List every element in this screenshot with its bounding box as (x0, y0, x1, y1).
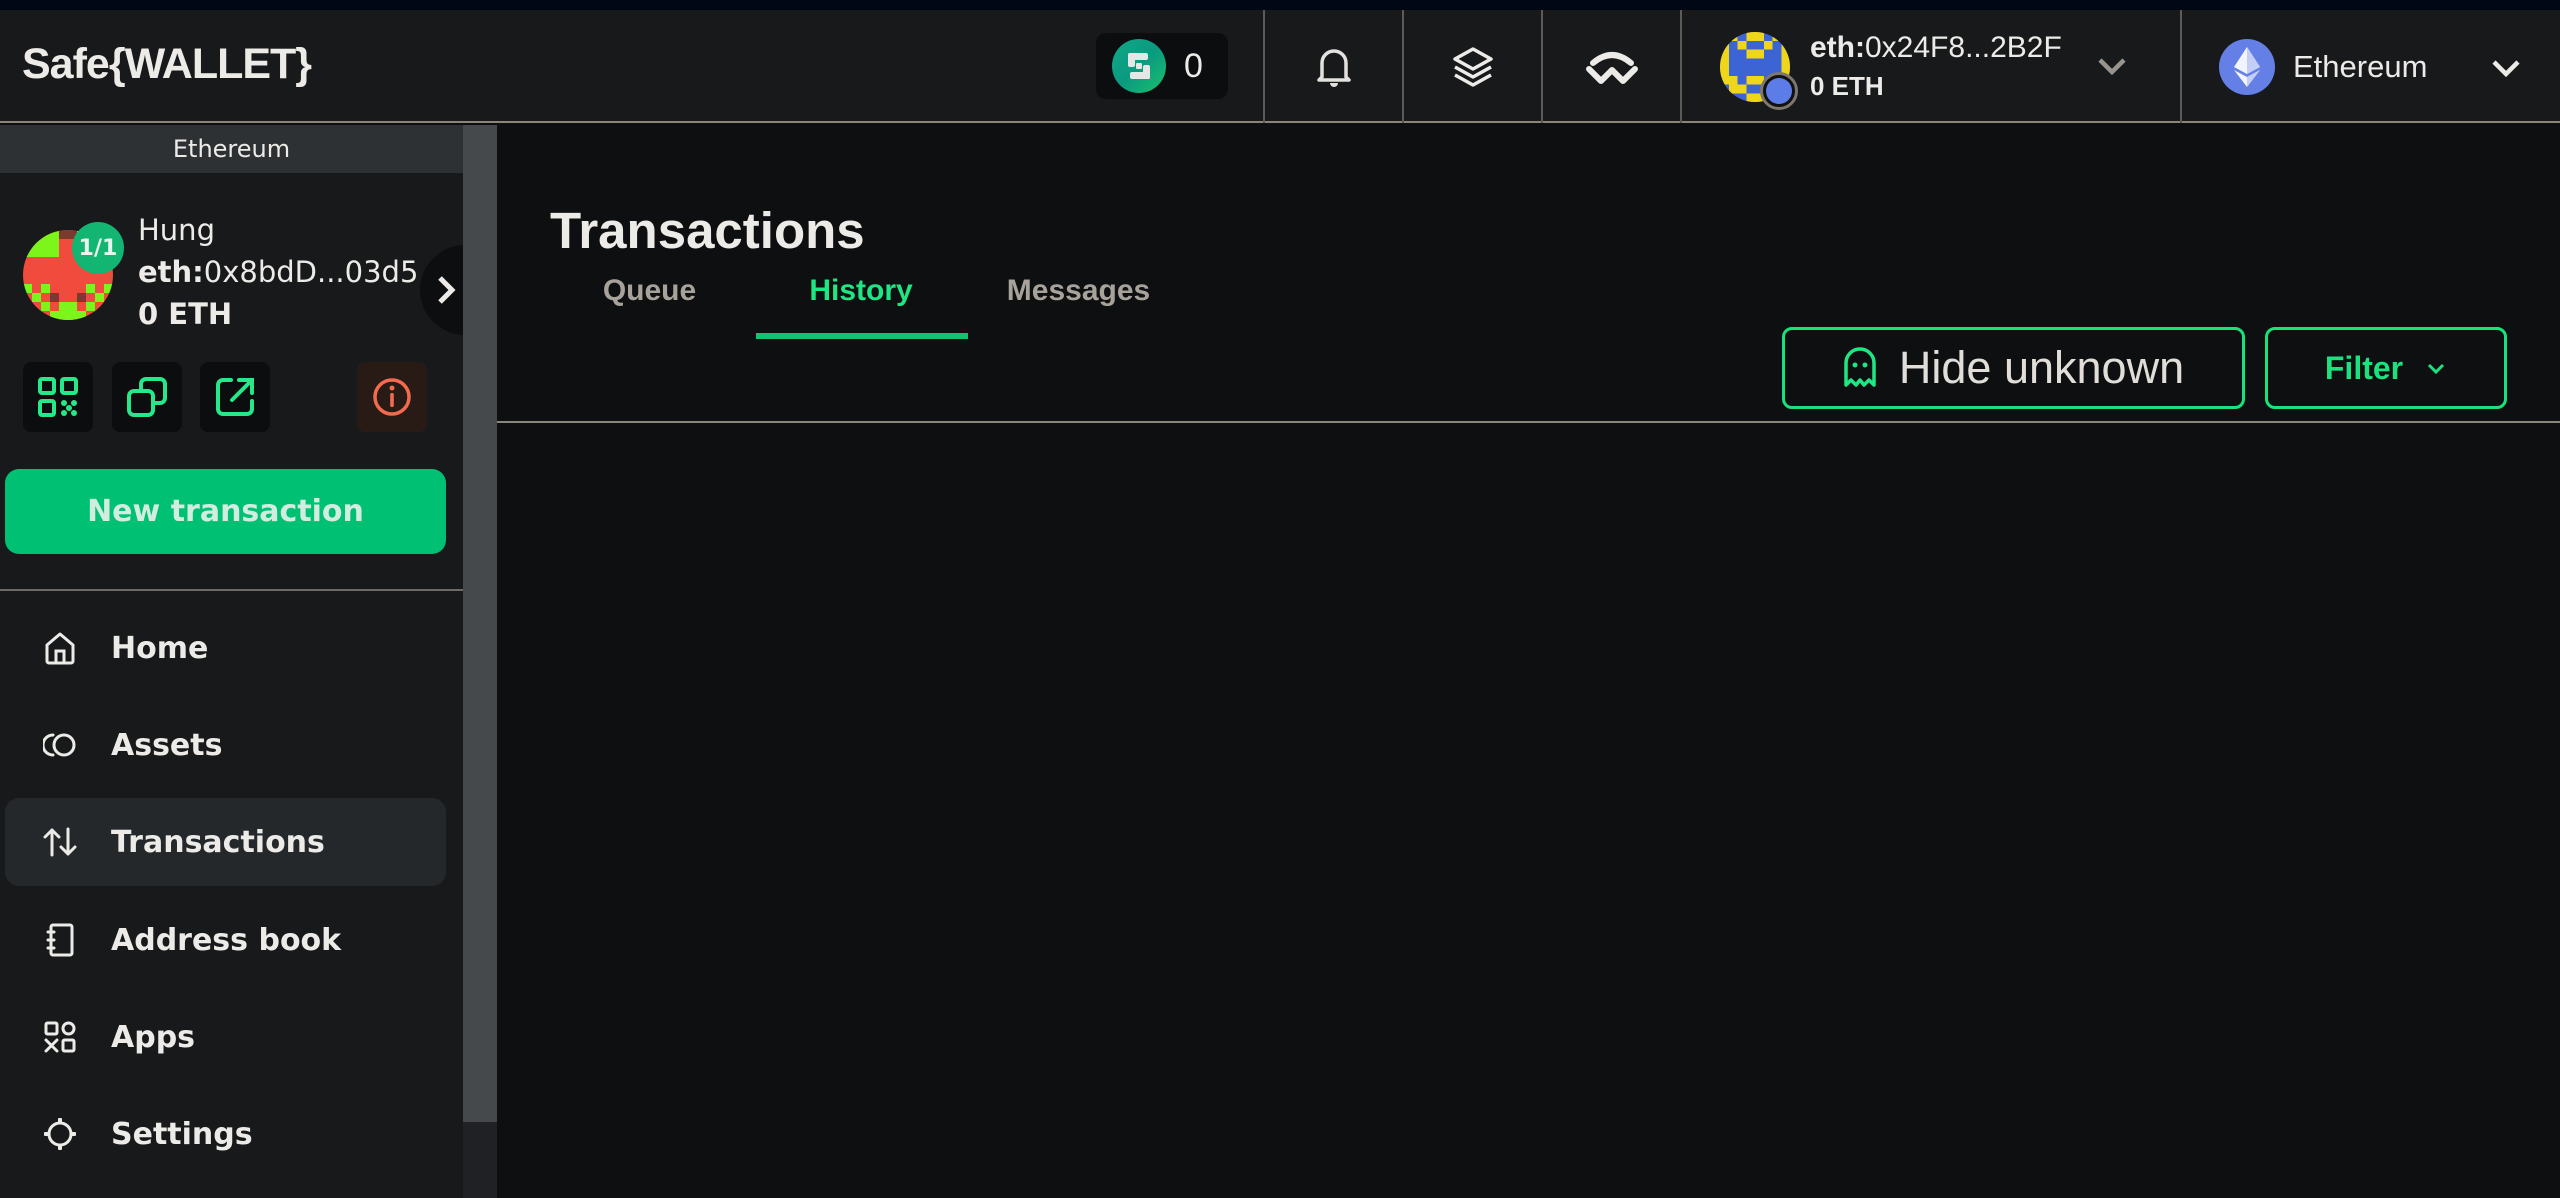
tab-history[interactable]: History (756, 243, 966, 339)
sidebar-item-label: Address book (111, 922, 342, 958)
address-book-icon (43, 923, 77, 957)
apps-icon (43, 1020, 77, 1054)
tabs-divider (497, 421, 2560, 423)
top-bar: Safe{WALLET} 0 eth:0x24F8...2B2F 0 ETH E… (0, 10, 2560, 123)
safe-name: Hung (138, 213, 215, 247)
new-transaction-button[interactable]: New transaction (5, 469, 446, 554)
sidebar-item-settings[interactable]: Settings (5, 1090, 446, 1178)
wallet-address: eth:0x24F8...2B2F (1810, 31, 2062, 64)
walletconnect-icon (1586, 51, 1638, 84)
filter-label: Filter (2324, 349, 2404, 386)
network-name: Ethereum (2293, 48, 2428, 84)
walletconnect-button[interactable] (1541, 10, 1681, 123)
sidebar-item-transactions[interactable]: Transactions (5, 798, 446, 886)
sidebar: Ethereum 1/1 Hung eth:0x8bdD...03d5 0 ET… (0, 125, 510, 1198)
chevron-down-icon (2098, 58, 2126, 76)
wallet-provider-badge (1760, 71, 1798, 110)
sidebar-item-label: Apps (111, 1019, 196, 1055)
sidebar-item-address-book[interactable]: Address book (5, 896, 446, 984)
safe-balance: 0 ETH (138, 297, 233, 331)
filter-button[interactable]: Filter (2265, 327, 2507, 409)
hide-unknown-label: Hide unknown (1898, 342, 2185, 393)
layers-icon (1453, 46, 1493, 87)
safe-actions (0, 362, 463, 432)
sidebar-item-label: Transactions (111, 824, 325, 860)
ghost-icon (1844, 347, 1876, 387)
external-link-icon (216, 378, 254, 416)
connected-wallet-button[interactable]: eth:0x24F8...2B2F 0 ETH (1680, 10, 2180, 123)
main-content: Transactions Queue History Messages Hide… (497, 125, 2560, 1198)
settings-icon (43, 1117, 77, 1151)
qr-code-button[interactable] (23, 362, 93, 432)
safe-points-widget[interactable]: 0 (1096, 33, 1228, 99)
info-icon (373, 378, 411, 416)
threshold-badge: 1/1 (72, 222, 124, 274)
wallet-balance: 0 ETH (1810, 71, 1884, 101)
chevron-right-icon (438, 276, 456, 304)
qr-code-icon (38, 377, 78, 417)
network-selector[interactable]: Ethereum (2180, 10, 2560, 123)
tab-queue[interactable]: Queue (552, 243, 747, 339)
safe-info-button[interactable] (357, 362, 427, 432)
ethereum-icon (2219, 38, 2275, 95)
sidebar-item-label: Settings (111, 1116, 253, 1152)
active-tab-indicator (756, 333, 968, 339)
open-explorer-button[interactable] (200, 362, 270, 432)
bell-icon (1317, 48, 1351, 87)
safe-points-icon (1112, 39, 1166, 93)
batch-transactions-button[interactable] (1402, 10, 1542, 123)
safe-points-count: 0 (1184, 46, 1203, 85)
assets-icon (43, 728, 77, 762)
copy-icon (127, 377, 167, 417)
wallet-avatar (1720, 31, 1798, 110)
safe-address: eth:0x8bdD...03d5 (138, 255, 419, 289)
chevron-down-icon (2492, 60, 2520, 78)
sidebar-item-label: Assets (111, 727, 223, 763)
notifications-button[interactable] (1263, 10, 1403, 123)
chevron-down-icon (2428, 363, 2445, 375)
transaction-tabs: Queue History Messages (497, 243, 2560, 339)
sidebar-scrollbar-thumb[interactable] (463, 125, 497, 1122)
tab-messages[interactable]: Messages (966, 243, 1191, 339)
copy-address-button[interactable] (112, 362, 182, 432)
hide-unknown-button[interactable]: Hide unknown (1782, 327, 2245, 409)
sidebar-item-home[interactable]: Home (5, 604, 446, 692)
sidebar-divider (0, 589, 463, 591)
home-icon (43, 631, 77, 665)
sidebar-item-apps[interactable]: Apps (5, 993, 446, 1081)
browser-top-strip (0, 0, 2560, 10)
sidebar-network-banner: Ethereum (0, 125, 463, 173)
transactions-icon (43, 825, 77, 859)
safe-wallet-logo[interactable]: Safe{WALLET} (22, 40, 312, 89)
sidebar-item-assets[interactable]: Assets (5, 701, 446, 789)
sidebar-item-label: Home (111, 630, 209, 666)
